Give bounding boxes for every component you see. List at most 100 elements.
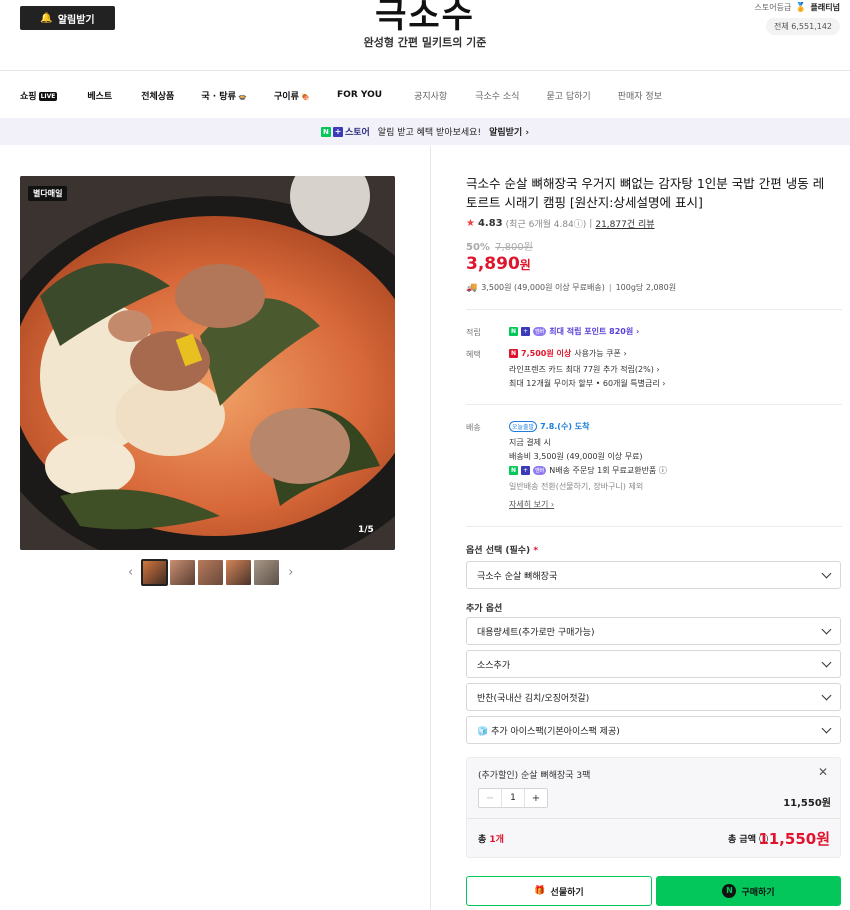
delivery-label: 배송 — [466, 423, 481, 432]
increase-quantity-button[interactable]: + — [525, 789, 547, 807]
gift-icon: 🎁 — [534, 886, 546, 896]
naver-plus-store-logo: N + 스토어 — [320, 125, 370, 138]
visitor-count: 전체 6,551,142 — [766, 18, 840, 35]
meat-icon: 🍖 — [298, 92, 311, 101]
selected-item-name: (추가할인) 순살 뼈해장국 3팩 — [478, 771, 591, 781]
thumbnail[interactable] — [141, 559, 169, 586]
notify-banner[interactable]: N + 스토어 알림 받고 혜택 받아보세요! 알림받기 › — [0, 118, 850, 145]
extra-option-select-bulk[interactable]: 대용량세트(추가로만 구매가능) — [466, 617, 841, 645]
banner-brand: 스토어 — [344, 128, 370, 138]
thumbnail[interactable] — [254, 560, 280, 585]
section-divider — [466, 309, 842, 310]
card-benefit-row[interactable]: 라인프렌즈 카드 최대 77원 추가 적립(2%) › — [509, 364, 660, 375]
buy-button-label: 구매하기 — [741, 887, 775, 898]
required-option-text: 옵션 선택 (필수) — [466, 546, 531, 556]
points-text: 최대 적립 포인트 820원 › — [549, 327, 640, 336]
image-counter: 1/5 — [358, 525, 374, 535]
coupon-suffix: 사용가능 쿠폰 › — [574, 349, 627, 358]
extra-option-select-icepack[interactable]: 🧊 추가 아이스팩(기본아이스팩 제공) — [466, 716, 841, 744]
live-badge: LIVE — [38, 91, 58, 101]
rating-score: 4.83 — [477, 218, 503, 229]
nav-item-soups[interactable]: 국 · 탕류 🍲 — [201, 89, 247, 102]
nav-item-notice[interactable]: 공지사항 — [414, 89, 447, 102]
plus-icon: + — [332, 126, 343, 137]
product-rating: ★ 4.83 (최근 6개월 4.84ⓘ) | 21,877건 리뷰 — [466, 217, 655, 230]
bell-icon: 🔔 — [40, 12, 53, 24]
chevron-down-icon — [821, 723, 832, 733]
sale-price-value: 3,890 — [466, 254, 520, 274]
required-option-select[interactable]: 극소수 순살 뼈해장국 — [466, 561, 841, 589]
decrease-quantity-button[interactable]: − — [479, 789, 501, 807]
banner-text: 알림 받고 혜택 받아보세요! — [377, 128, 482, 138]
section-divider — [466, 404, 842, 405]
close-icon[interactable]: ✕ — [818, 765, 828, 779]
grade-label: 스토어등급 — [754, 3, 792, 12]
membership-icon: 멤버 — [533, 466, 547, 475]
extra-option-value: 🧊 추가 아이스팩(기본아이스팩 제공) — [477, 726, 620, 737]
thumbnail-strip: ‹ › — [122, 559, 299, 586]
shipping-summary: 🚚 3,500원 (49,000원 이상 무료배송) | 100g당 2,080… — [466, 282, 676, 293]
sale-price: 3,890원 — [466, 254, 531, 274]
chevron-down-icon — [821, 568, 832, 578]
extra-option-value: 반찬(국내산 김치/오징어젓갈) — [477, 693, 590, 704]
buy-button[interactable]: N 구매하기 — [656, 876, 841, 906]
quantity-input[interactable]: 1 — [501, 789, 525, 807]
plus-icon: + — [521, 466, 531, 475]
star-icon: ★ — [466, 218, 475, 229]
extra-option-value: 소스추가 — [477, 660, 511, 671]
header-divider — [0, 70, 850, 71]
coupon-icon: N — [509, 349, 519, 358]
delivery-fee-value: 배송비 3,500원 (49,000원 이상 무료) — [509, 452, 643, 461]
total-prefix: 총 — [478, 835, 487, 845]
thumb-next-arrow-icon[interactable]: › — [282, 565, 299, 580]
coupon-amount: 7,500원 이상 — [521, 349, 572, 358]
product-main-image[interactable] — [20, 176, 395, 550]
sale-price-unit: 원 — [519, 258, 531, 272]
extra-option-select-sauce[interactable]: 소스추가 — [466, 650, 841, 678]
store-nav: 쇼핑 LIVE 베스트 전체상품 국 · 탕류 🍲 구이류 🍖 FOR YOU 공… — [20, 85, 662, 105]
nav-item-best[interactable]: 베스트 — [87, 89, 112, 102]
nav-item-news[interactable]: 극소수 소식 — [475, 89, 519, 102]
arrival-date: 7.8.(수) 도착 — [540, 422, 590, 431]
points-row[interactable]: N + 멤버 최대 적립 포인트 820원 › — [509, 326, 639, 337]
free-exchange-row: N + 멤버 N배송 주문당 1회 무료교환반품 ⓘ — [509, 465, 667, 476]
product-badge: 별다매일 — [28, 186, 68, 201]
required-option-value: 극소수 순살 뼈해장국 — [477, 571, 558, 582]
soup-icon: 🍲 — [235, 92, 248, 101]
extra-option-select-sidedish[interactable]: 반찬(국내산 김치/오징어젓갈) — [466, 683, 841, 711]
discount-percent: 50% — [466, 242, 490, 253]
shipping-fee: 3,500원 (49,000원 이상 무료배송) — [481, 283, 605, 292]
notify-button-label: 알림받기 — [57, 14, 95, 26]
thumbnail[interactable] — [198, 560, 224, 585]
delivery-fee-text: 배송비 3,500원 (49,000원 이상 무료) — [509, 451, 643, 462]
notify-button[interactable]: 🔔 알림받기 — [20, 6, 115, 30]
thumb-prev-arrow-icon[interactable]: ‹ — [122, 565, 139, 580]
nav-item-for-you[interactable]: FOR YOU — [337, 90, 382, 100]
bowl-illustration — [20, 176, 395, 550]
banner-link[interactable]: 알림받기 › — [489, 125, 529, 138]
pay-now-text: 지금 결제 시 — [509, 438, 551, 447]
delivery-details-link[interactable]: 자세히 보기 › — [509, 499, 554, 510]
naver-n-icon: N — [509, 466, 519, 475]
nav-item-shopping-live[interactable]: 쇼핑 LIVE — [20, 89, 58, 102]
naver-n-icon: N — [509, 327, 519, 336]
installment-row[interactable]: 최대 12개월 무이자 할부 • 60개월 특별금리 › — [509, 378, 665, 389]
store-logo[interactable]: 극소수 — [330, 0, 520, 37]
grade-medal-icon: 🏅 — [795, 2, 807, 13]
selected-divider — [467, 818, 840, 819]
nav-item-grilled[interactable]: 구이류 🍖 — [274, 89, 310, 102]
nav-item-seller-info[interactable]: 판매자 정보 — [618, 89, 662, 102]
thumbnail[interactable] — [170, 560, 196, 585]
store-tagline: 완성형 간편 밀키트의 기준 — [363, 36, 487, 49]
benefit-label: 혜택 — [466, 350, 481, 359]
extra-option-label: 추가 옵션 — [466, 604, 503, 614]
points-label: 적립 — [466, 328, 481, 337]
nav-item-qna[interactable]: 묻고 답하기 — [546, 89, 590, 102]
unit-price: 100g당 2,080원 — [615, 283, 677, 292]
thumbnail[interactable] — [226, 560, 252, 585]
review-count-link[interactable]: 21,877건 리뷰 — [595, 217, 654, 230]
plus-icon: + — [521, 327, 531, 336]
coupon-row[interactable]: N 7,500원 이상 사용가능 쿠폰 › — [509, 348, 627, 359]
gift-button[interactable]: 🎁 선물하기 — [466, 876, 652, 906]
nav-item-all-products[interactable]: 전체상품 — [141, 89, 174, 102]
